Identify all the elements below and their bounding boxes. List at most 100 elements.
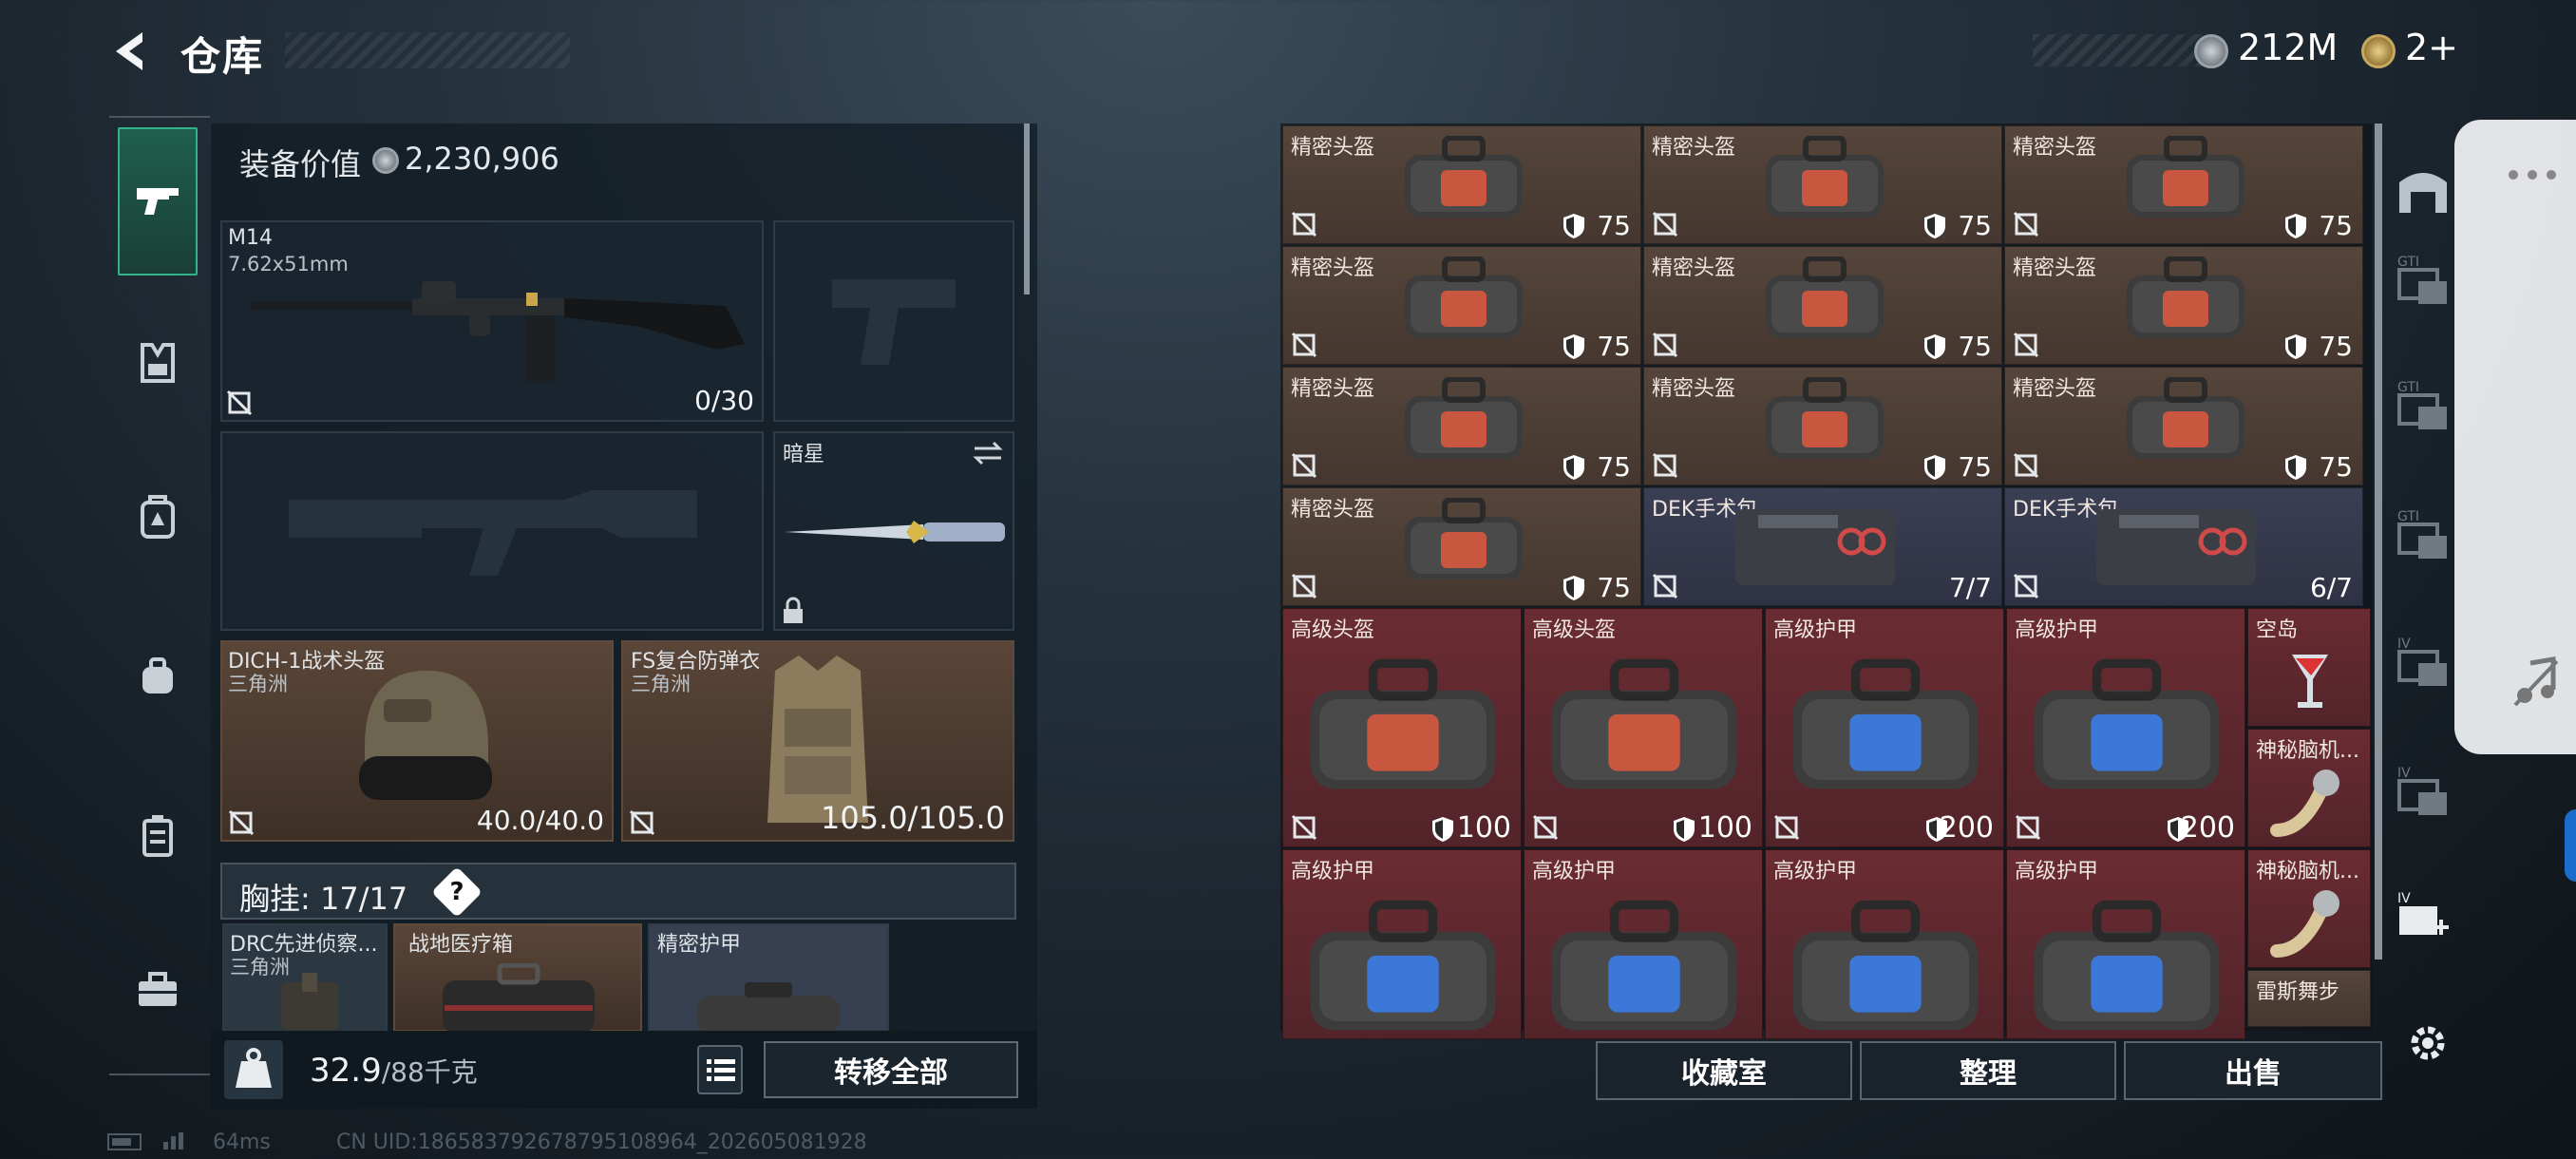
stash-item[interactable]: 空岛	[2247, 608, 2371, 727]
stash-item[interactable]: 神秘脑机...	[2247, 729, 2371, 847]
chest-item-name: 精密护甲	[657, 933, 742, 957]
stash-item[interactable]: 精密头盔 75	[1282, 246, 1641, 365]
helmet-slot[interactable]: DICH-1战术头盔 三角洲 40.0/40.0	[220, 640, 614, 842]
armor-slot[interactable]: FS复合防弹衣 三角洲 105.0/105.0	[621, 640, 1014, 842]
knife-image	[785, 521, 1005, 543]
item-value: 100	[1697, 811, 1752, 845]
chest-item-1[interactable]: DRC先进侦察... 三角洲	[222, 923, 388, 1032]
stash-tab-iv-1-icon[interactable]: IV	[2390, 631, 2456, 697]
stash-tab-gti-2-icon[interactable]: GTI	[2390, 374, 2456, 441]
precision-helmet-bag-image	[2119, 377, 2252, 463]
music-off-icon[interactable]	[2508, 654, 2565, 711]
nav-weapons-tab[interactable]	[118, 127, 198, 276]
secondary-weapon-slot[interactable]	[220, 431, 764, 631]
stash-item[interactable]: 精密头盔 75	[1643, 125, 2002, 244]
stash-item[interactable]: 精密头盔 75	[1282, 367, 1641, 485]
side-handle[interactable]	[2565, 809, 2576, 882]
svg-text:GTI: GTI	[2397, 509, 2419, 524]
armor-durability: 105.0/105.0	[821, 800, 1005, 836]
stash-tab-gti-1-icon[interactable]: GTI	[2390, 249, 2456, 315]
stash-item[interactable]: 精密头盔 75	[2004, 367, 2363, 485]
stash-item[interactable]: DEK手术包 7/7	[1643, 487, 2002, 606]
add-stash-tab-icon[interactable]: IV	[2390, 885, 2456, 952]
swap-icon[interactable]	[971, 439, 1005, 467]
sell-button[interactable]: 出售	[2124, 1041, 2382, 1100]
weight-icon	[224, 1040, 283, 1099]
primary-weapon-slot[interactable]: M14 7.62x51mm 0/30	[220, 220, 764, 422]
stash-tab-iv-2-icon[interactable]: IV	[2390, 760, 2456, 826]
advanced-armor-bag-image	[1298, 898, 1507, 1038]
precision-helmet-bag-image	[2119, 256, 2252, 342]
stash-item[interactable]: 精密头盔 75	[2004, 125, 2363, 244]
nav-case-icon[interactable]	[123, 956, 192, 1024]
stash-tab-gti-3-icon[interactable]: GTI	[2390, 504, 2456, 570]
stash-item[interactable]: 神秘脑机...	[2247, 849, 2371, 968]
equipment-scrollbar[interactable]	[1024, 124, 1030, 294]
settings-gear-icon[interactable]	[2403, 1018, 2453, 1068]
nav-backpack-icon[interactable]	[123, 483, 192, 551]
melee-slot[interactable]: 暗星	[773, 431, 1014, 631]
nav-vest-icon[interactable]	[123, 329, 192, 397]
stash-item[interactable]: 高级护甲 200	[2006, 608, 2245, 847]
stash-item[interactable]: 精密头盔 75	[1282, 487, 1641, 606]
premium-currency-amount[interactable]: 2+	[2405, 27, 2458, 68]
stash-item[interactable]: 精密头盔 75	[2004, 246, 2363, 365]
more-options-icon[interactable]	[2506, 169, 2559, 180]
stash-item[interactable]: 高级头盔 100	[1524, 608, 1763, 847]
carry-weight: 32.9/88千克	[310, 1052, 478, 1090]
chest-help-button[interactable]: ?	[431, 866, 483, 918]
svg-text:IV: IV	[2397, 766, 2411, 781]
advanced-armor-bag-image	[1781, 656, 1990, 799]
stash-item[interactable]: 精密头盔 75	[1643, 246, 2002, 365]
not-insured-icon	[1532, 814, 1559, 841]
chest-rig-count: 17/17	[319, 881, 408, 917]
not-insured-icon	[1652, 452, 1678, 479]
item-name: 精密头盔	[1652, 136, 1736, 160]
list-view-button[interactable]	[697, 1045, 743, 1094]
stash-item[interactable]: 精密头盔 75	[1282, 125, 1641, 244]
stash-item[interactable]: 高级护甲	[1765, 849, 2004, 1039]
pistol-slot[interactable]	[773, 220, 1014, 422]
stash-item[interactable]: 高级护甲	[2006, 849, 2245, 1039]
stash-item[interactable]: 高级护甲 200	[1765, 608, 2004, 847]
stash-item[interactable]: 高级头盔 100	[1282, 608, 1522, 847]
currency-amount: 212M	[2238, 27, 2339, 68]
chest-item-2[interactable]: 战地医疗箱	[393, 923, 642, 1034]
stash-item[interactable]: 高级护甲	[1524, 849, 1763, 1039]
collection-room-button[interactable]: 收藏室	[1596, 1041, 1852, 1100]
item-name: 精密头盔	[2013, 256, 2097, 280]
stash-item[interactable]: 雷斯舞步	[2247, 970, 2371, 1027]
stash-item[interactable]: DEK手术包 6/7	[2004, 487, 2363, 606]
item-value: 75	[1597, 451, 1631, 483]
surgical-kit-image	[1730, 494, 1901, 589]
item-name: 空岛	[2256, 618, 2299, 642]
cocktail-image	[2286, 645, 2334, 712]
chest-item-3[interactable]: 精密护甲	[648, 923, 889, 1034]
durability-shield-icon	[1923, 454, 1946, 481]
item-name: 精密头盔	[1291, 377, 1375, 401]
title-decoration	[285, 32, 570, 68]
not-insured-icon	[1652, 332, 1678, 358]
stash-scrollbar[interactable]	[2375, 124, 2382, 960]
item-name: 精密头盔	[1652, 377, 1736, 401]
item-name: 精密头盔	[1291, 498, 1375, 522]
nav-container-icon[interactable]	[123, 802, 192, 870]
stash-item[interactable]: 高级护甲	[1282, 849, 1522, 1039]
durability-shield-icon	[1923, 333, 1946, 360]
item-name: 高级头盔	[1291, 618, 1375, 642]
premium-coin-icon	[2361, 34, 2396, 68]
stash-tab-main-icon[interactable]	[2390, 160, 2456, 226]
nav-pouch-icon[interactable]	[123, 642, 192, 711]
item-name: 精密头盔	[1652, 256, 1736, 280]
pistol-placeholder-icon	[832, 279, 956, 365]
item-value: 75	[1958, 451, 1992, 483]
stash-item[interactable]: 精密头盔 75	[1643, 367, 2002, 485]
sort-button[interactable]: 整理	[1860, 1041, 2116, 1100]
durability-shield-icon	[1563, 213, 1585, 239]
transfer-all-button[interactable]: 转移全部	[764, 1041, 1018, 1098]
item-value: 75	[2319, 210, 2353, 241]
helmet-origin: 三角洲	[228, 673, 288, 695]
back-button[interactable]	[106, 27, 156, 76]
item-name: 精密头盔	[1291, 136, 1375, 160]
not-insured-icon	[1652, 573, 1678, 599]
